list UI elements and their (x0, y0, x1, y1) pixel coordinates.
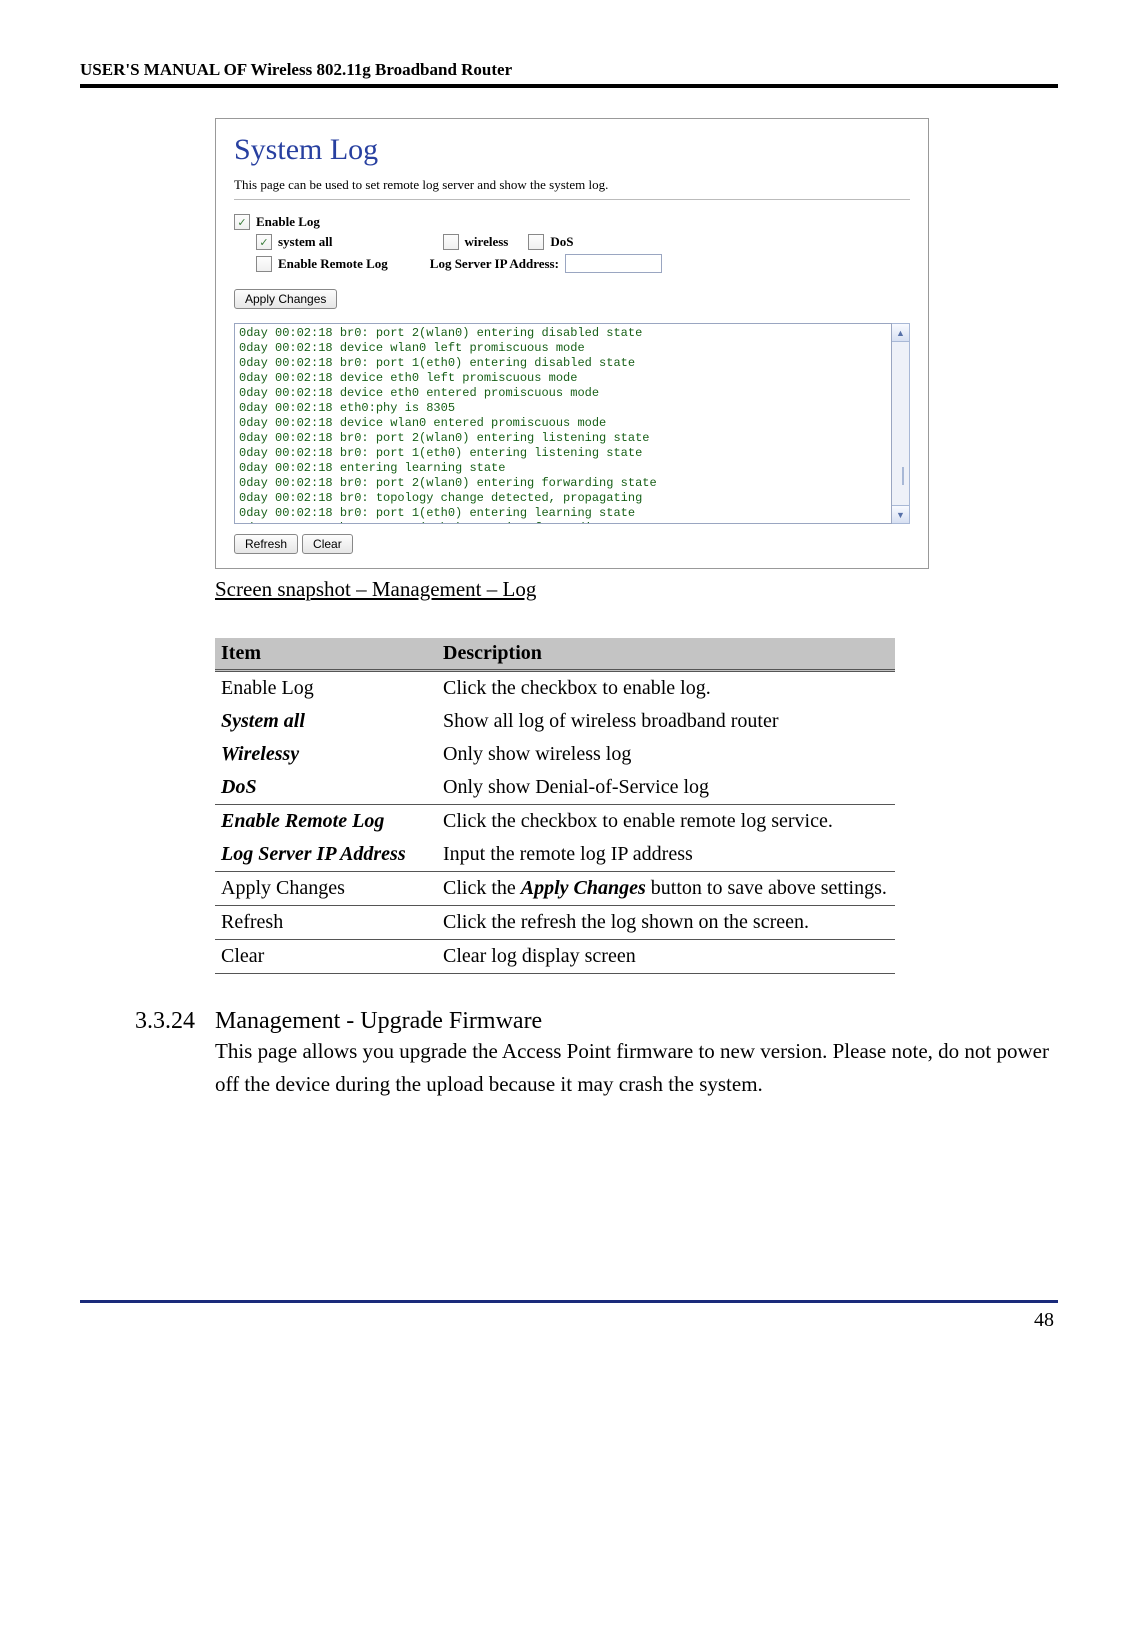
footer-rule (80, 1300, 1058, 1303)
enable-remote-label: Enable Remote Log (278, 256, 388, 272)
td-desc: Only show Denial-of-Service log (437, 771, 895, 805)
table-header-row: Item Description (215, 638, 895, 671)
td-item: DoS (215, 771, 437, 805)
td-item: Enable Remote Log (215, 805, 437, 839)
panel-desc: This page can be used to set remote log … (234, 177, 910, 193)
checkbox-enable-log[interactable]: ✓ (234, 214, 250, 230)
log-server-ip-input[interactable] (565, 254, 662, 273)
table-row: Apply ChangesClick the Apply Changes but… (215, 872, 895, 906)
log-textarea[interactable]: 0day 00:02:18 br0: port 2(wlan0) enterin… (234, 323, 892, 524)
td-item: Clear (215, 940, 437, 974)
table-row: WirelessyOnly show wireless log (215, 738, 895, 771)
table-row: Log Server IP AddressInput the remote lo… (215, 838, 895, 872)
checkbox-remote-log[interactable] (256, 256, 272, 272)
th-item: Item (215, 638, 437, 671)
table-row: Enable Remote LogClick the checkbox to e… (215, 805, 895, 839)
dos-label: DoS (550, 234, 573, 250)
log-area: 0day 00:02:18 br0: port 2(wlan0) enterin… (234, 323, 910, 524)
section-body: This page allows you upgrade the Access … (215, 1035, 1058, 1100)
td-item: Refresh (215, 906, 437, 940)
th-desc: Description (437, 638, 895, 671)
checkbox-dos[interactable] (528, 234, 544, 250)
td-desc: Only show wireless log (437, 738, 895, 771)
refresh-button[interactable]: Refresh (234, 534, 298, 554)
wireless-label: wireless (465, 234, 509, 250)
scroll-down-icon[interactable]: ▼ (892, 505, 909, 523)
table-row: ClearClear log display screen (215, 940, 895, 974)
td-item: Wirelessy (215, 738, 437, 771)
system-all-label: system all (278, 234, 333, 250)
td-desc: Input the remote log IP address (437, 838, 895, 872)
system-log-panel: System Log This page can be used to set … (215, 118, 929, 569)
header-rule (80, 84, 1058, 88)
apply-changes-button[interactable]: Apply Changes (234, 289, 337, 309)
table-row: Enable LogClick the checkbox to enable l… (215, 671, 895, 706)
td-item: Log Server IP Address (215, 838, 437, 872)
checkbox-wireless[interactable] (443, 234, 459, 250)
panel-title: System Log (234, 133, 910, 167)
description-table: Item Description Enable LogClick the che… (215, 638, 895, 974)
section-title: Management - Upgrade Firmware (215, 1008, 542, 1035)
page-number: 48 (80, 1309, 1058, 1332)
table-row: DoSOnly show Denial-of-Service log (215, 771, 895, 805)
td-item: Enable Log (215, 671, 437, 706)
scroll-up-icon[interactable]: ▲ (892, 324, 909, 342)
scrollbar[interactable]: ▲ ▼ (892, 323, 910, 524)
remote-row: Enable Remote Log Log Server IP Address: (234, 254, 910, 273)
log-server-label: Log Server IP Address: (430, 256, 559, 272)
td-desc: Click the checkbox to enable remote log … (437, 805, 895, 839)
scroll-thumb[interactable] (902, 467, 904, 485)
screenshot-caption: Screen snapshot – Management – Log (215, 577, 1058, 602)
enable-log-row: ✓ Enable Log (234, 214, 910, 230)
td-desc: Click the Apply Changes button to save a… (437, 872, 895, 906)
checkbox-system-all[interactable]: ✓ (256, 234, 272, 250)
td-desc: Click the refresh the log shown on the s… (437, 906, 895, 940)
td-item: Apply Changes (215, 872, 437, 906)
td-desc: Click the checkbox to enable log. (437, 671, 895, 706)
enable-log-label: Enable Log (256, 214, 320, 230)
panel-hr (234, 199, 910, 200)
doc-header: USER'S MANUAL OF Wireless 802.11g Broadb… (80, 60, 1058, 80)
options-row: ✓ system all wireless DoS (234, 234, 910, 250)
section-heading: 3.3.24 Management - Upgrade Firmware (80, 1008, 1058, 1035)
table-row: RefreshClick the refresh the log shown o… (215, 906, 895, 940)
td-desc: Clear log display screen (437, 940, 895, 974)
clear-button[interactable]: Clear (302, 534, 353, 554)
td-item: System all (215, 705, 437, 738)
table-row: System allShow all log of wireless broad… (215, 705, 895, 738)
section-number: 3.3.24 (135, 1008, 215, 1035)
td-desc: Show all log of wireless broadband route… (437, 705, 895, 738)
